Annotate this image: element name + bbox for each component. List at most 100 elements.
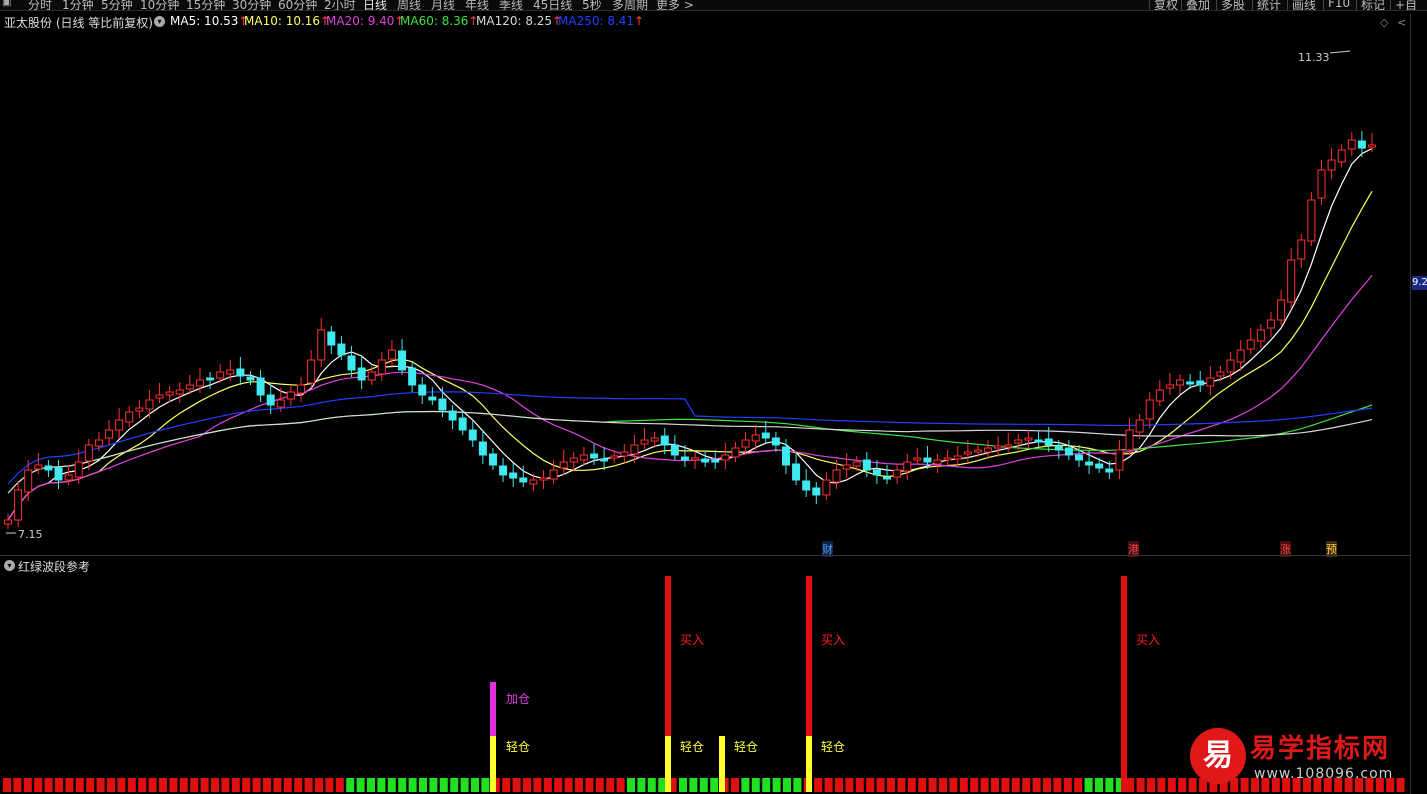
- candle-body: [691, 457, 700, 461]
- trend-strip-segment: [710, 778, 719, 792]
- trend-strip-segment: [200, 778, 209, 792]
- candle-body: [751, 434, 760, 442]
- candle-body: [1186, 381, 1195, 385]
- trend-strip-segment: [939, 778, 947, 792]
- trend-strip-segment: [481, 778, 490, 792]
- candle-body: [175, 389, 184, 395]
- candle-body: [1256, 329, 1265, 342]
- trend-strip-segment: [928, 778, 937, 792]
- candle-body: [549, 469, 558, 480]
- candle-body: [1105, 468, 1114, 473]
- trend-strip-segment: [1032, 778, 1041, 792]
- moving-average-line: [7, 275, 1373, 521]
- trend-strip-segment: [751, 778, 760, 792]
- trend-strip-segment: [252, 778, 261, 792]
- candlestick-chart[interactable]: 11.33 7.15: [0, 0, 1410, 556]
- candle-body: [569, 457, 578, 463]
- candle-body: [771, 437, 780, 446]
- candle-body: [1307, 199, 1316, 242]
- signal-bar: [665, 736, 671, 792]
- candle-body: [893, 469, 902, 478]
- trend-strip-segment: [1105, 778, 1114, 792]
- trend-strip-segment: [367, 778, 375, 792]
- trend-strip-segment: [419, 778, 427, 792]
- trend-strip-segment: [34, 778, 43, 792]
- candle-body: [1034, 439, 1043, 443]
- signal-bar: [806, 576, 812, 736]
- trend-strip-segment: [460, 778, 469, 792]
- trend-strip-segment: [637, 778, 646, 792]
- trend-strip-segment: [221, 778, 230, 792]
- trend-strip-segment: [1136, 778, 1145, 792]
- candle-body: [862, 459, 871, 471]
- trend-strip-segment: [315, 778, 323, 792]
- trend-strip-segment: [1167, 778, 1176, 792]
- trend-strip-segment: [304, 778, 313, 792]
- candle-body: [44, 465, 53, 471]
- trend-strip-segment: [294, 778, 303, 792]
- light-position-label: 轻仓: [680, 740, 704, 754]
- candle-body: [1317, 169, 1326, 199]
- candle-body: [1226, 359, 1235, 373]
- candle-body: [297, 384, 306, 394]
- trend-strip-segment: [439, 778, 448, 792]
- signal-bar: [490, 682, 496, 736]
- candle-body: [1115, 449, 1124, 471]
- candle-body: [94, 439, 103, 447]
- candle-body: [721, 454, 730, 461]
- trend-strip-segment: [1157, 778, 1166, 792]
- candle-body: [24, 469, 33, 493]
- light-position-label: 轻仓: [734, 740, 758, 754]
- logo-name: 易学指标网: [1250, 734, 1391, 764]
- candle-body: [1368, 144, 1376, 148]
- candle-body: [812, 487, 821, 496]
- candle-body: [1337, 149, 1346, 163]
- moving-average-line: [7, 410, 1373, 494]
- trend-strip-segment: [263, 778, 271, 792]
- trend-strip-segment: [907, 778, 916, 792]
- buy-label: 买入: [680, 633, 704, 647]
- candle-body: [1004, 444, 1013, 448]
- trend-strip-segment: [616, 778, 625, 792]
- trend-strip-segment: [783, 778, 791, 792]
- trend-strip-segment: [595, 778, 604, 792]
- candle-body: [792, 463, 801, 481]
- trend-strip-segment: [991, 778, 999, 792]
- trend-strip-segment: [1178, 778, 1187, 792]
- candle-body: [1095, 463, 1104, 469]
- trend-strip-segment: [699, 778, 708, 792]
- trend-strip-segment: [429, 778, 438, 792]
- candle-body: [1145, 399, 1154, 420]
- trend-strip-segment: [554, 778, 563, 792]
- candle-body: [1216, 371, 1225, 377]
- candle-body: [155, 394, 164, 399]
- signal-bar: [490, 736, 496, 792]
- trend-strip-segment: [3, 778, 11, 792]
- candle-body: [1044, 438, 1053, 446]
- candle-body: [418, 384, 427, 396]
- candle-body: [54, 467, 63, 481]
- trend-strip-segment: [86, 778, 95, 792]
- candle-body: [822, 479, 831, 496]
- candle-body: [347, 355, 356, 371]
- moving-average-line: [7, 148, 1373, 521]
- trend-strip-segment: [23, 778, 32, 792]
- candle-body: [408, 367, 417, 386]
- candle-body: [1266, 319, 1275, 329]
- candle-body: [14, 489, 23, 521]
- candle-body: [226, 369, 235, 375]
- candle-body: [387, 349, 396, 360]
- add-position-label: 加仓: [506, 692, 530, 706]
- trend-strip-segment: [387, 778, 396, 792]
- candle-body: [216, 371, 225, 379]
- trend-strip-segment: [325, 778, 334, 792]
- candle-body: [317, 329, 326, 361]
- trend-strip-segment: [273, 778, 282, 792]
- candle-body: [165, 391, 174, 396]
- candle-body: [1085, 461, 1094, 466]
- trend-strip-segment: [523, 778, 531, 792]
- candle-body: [761, 432, 770, 439]
- trend-strip-segment: [731, 778, 739, 792]
- trend-strip-segment: [138, 778, 147, 792]
- trend-strip-segment: [970, 778, 979, 792]
